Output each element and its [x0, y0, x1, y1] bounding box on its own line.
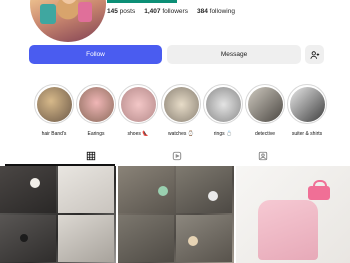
highlight-image: [120, 86, 156, 122]
highlight-ring: [76, 84, 116, 124]
highlight-earings[interactable]: Earings: [73, 84, 119, 137]
highlight-ring: [161, 84, 201, 124]
followers-count: 1,407: [144, 8, 161, 15]
post-image-tile: [176, 215, 232, 262]
highlight-ring: [34, 84, 74, 124]
highlight-ring: [203, 84, 243, 124]
highlight-image: [205, 86, 241, 122]
following-count: 384: [196, 8, 208, 15]
profile-avatar[interactable]: [30, 0, 106, 42]
highlight-label: rings 💍: [213, 131, 233, 137]
highlight-ring: [245, 84, 285, 124]
highlight-shoes[interactable]: shoes 👠: [115, 84, 161, 137]
highlight-image: [247, 86, 283, 122]
earring-accent: [188, 236, 198, 246]
followers-stat[interactable]: 1,407 followers: [144, 8, 188, 15]
avatar-bag: [40, 4, 56, 24]
add-person-icon: [309, 50, 319, 59]
posts-grid: [0, 166, 350, 263]
tab-tagged[interactable]: [257, 150, 269, 162]
highlight-label: detective: [254, 131, 275, 137]
grid-icon: [86, 151, 96, 161]
following-label: following: [209, 8, 235, 15]
post-image-tile: [0, 166, 56, 213]
highlight-label: shoes 👠: [127, 131, 149, 137]
highlight-image: [289, 86, 325, 122]
post-image-tile: [176, 166, 232, 213]
highlight-rings[interactable]: rings 💍: [200, 84, 246, 137]
post-image-tile: [0, 215, 56, 262]
following-stat[interactable]: 384 following: [197, 8, 235, 15]
message-button[interactable]: Message: [167, 45, 301, 64]
highlight-label: watches ⌚: [168, 131, 194, 137]
pink-bag-image: [308, 180, 330, 200]
post-image-tile: [118, 215, 174, 262]
highlight-watches[interactable]: watches ⌚: [158, 84, 204, 137]
post-image-tile: [58, 166, 114, 213]
tab-grid[interactable]: [85, 150, 97, 162]
post-thumbnail[interactable]: [0, 166, 116, 263]
highlight-ring: [118, 84, 158, 124]
suggested-accounts-button[interactable]: [305, 45, 324, 64]
highlight-label: hair Band's: [41, 131, 67, 137]
reels-icon: [172, 151, 182, 161]
post-thumbnail[interactable]: [236, 166, 350, 263]
highlight-label: Earings: [87, 131, 105, 137]
highlight-ring: [287, 84, 327, 124]
tagged-icon: [258, 151, 268, 161]
accent-underline: [107, 0, 177, 3]
highlight-hair-bands[interactable]: hair Band's: [31, 84, 77, 137]
profile-stats: 145 posts 1,407 followers 384 following: [107, 8, 235, 15]
tab-reels[interactable]: [171, 150, 183, 162]
story-highlights: hair Band's Earings shoes 👠 watches ⌚ ri…: [0, 84, 350, 137]
avatar-face: [60, 0, 78, 4]
pearl-accent: [30, 178, 40, 188]
post-thumbnail[interactable]: [118, 166, 234, 263]
bow-accent: [20, 234, 28, 242]
highlight-image: [163, 86, 199, 122]
followers-label: followers: [162, 8, 188, 15]
earring-accent: [158, 186, 168, 196]
pink-jacket-image: [258, 200, 318, 260]
posts-stat[interactable]: 145 posts: [107, 8, 135, 15]
highlight-label: suiter & shirts: [291, 131, 323, 137]
highlight-image: [36, 86, 72, 122]
highlight-suiter-shirts[interactable]: suiter & shirts: [284, 84, 330, 137]
highlight-detective[interactable]: detective: [242, 84, 288, 137]
posts-label: posts: [119, 8, 136, 15]
earring-accent: [208, 191, 218, 201]
follow-button[interactable]: Follow: [29, 45, 162, 64]
highlight-image: [78, 86, 114, 122]
post-image-tile: [58, 215, 114, 262]
posts-count: 145: [107, 8, 118, 15]
avatar-bag: [78, 2, 92, 22]
